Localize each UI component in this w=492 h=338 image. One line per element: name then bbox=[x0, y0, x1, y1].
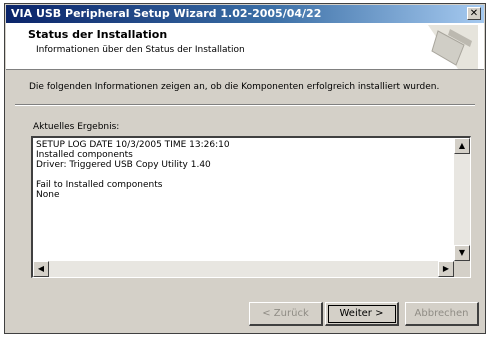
next-button[interactable]: Weiter > bbox=[325, 302, 399, 326]
results-log-text: SETUP LOG DATE 10/3/2005 TIME 13:26:10 In… bbox=[36, 140, 450, 259]
header-title: Status der Installation bbox=[28, 28, 168, 41]
log-line: SETUP LOG DATE 10/3/2005 TIME 13:26:10 bbox=[36, 140, 230, 150]
scroll-down-button[interactable]: ▼ bbox=[454, 245, 470, 261]
log-line: Driver: Triggered USB Copy Utility 1.40 bbox=[36, 160, 211, 170]
separator-line bbox=[15, 104, 475, 106]
setup-wizard-window: VIA USB Peripheral Setup Wizard 1.02-200… bbox=[4, 3, 486, 334]
scroll-right-button[interactable]: ▶ bbox=[438, 261, 454, 277]
log-line: None bbox=[36, 190, 60, 200]
arrow-right-icon: ▶ bbox=[442, 264, 450, 273]
arrow-down-icon: ▼ bbox=[458, 248, 466, 257]
arrow-up-icon: ▲ bbox=[458, 141, 466, 150]
results-label: Aktuelles Ergebnis: bbox=[33, 122, 120, 132]
description-text: Die folgenden Informationen zeigen an, o… bbox=[29, 82, 440, 92]
window-title: VIA USB Peripheral Setup Wizard 1.02-200… bbox=[11, 7, 322, 20]
log-line: Installed components bbox=[36, 150, 133, 160]
title-bar[interactable]: VIA USB Peripheral Setup Wizard 1.02-200… bbox=[6, 5, 484, 23]
close-icon: ✕ bbox=[469, 8, 479, 19]
close-button[interactable]: ✕ bbox=[467, 7, 481, 20]
scrollbar-corner bbox=[454, 261, 470, 277]
vertical-scrollbar[interactable]: ▲ ▼ bbox=[454, 138, 470, 261]
horizontal-scrollbar[interactable]: ◀ ▶ bbox=[33, 261, 454, 277]
header-subtitle: Informationen über den Status der Instal… bbox=[36, 45, 245, 55]
wizard-header: Status der Installation Informationen üb… bbox=[6, 23, 484, 70]
back-button[interactable]: < Zurück bbox=[249, 302, 323, 326]
scroll-up-button[interactable]: ▲ bbox=[454, 138, 470, 154]
arrow-left-icon: ◀ bbox=[37, 264, 45, 273]
scroll-left-button[interactable]: ◀ bbox=[33, 261, 49, 277]
wizard-graphic-icon bbox=[428, 25, 478, 69]
cancel-button[interactable]: Abbrechen bbox=[405, 302, 479, 326]
results-log-textarea[interactable]: SETUP LOG DATE 10/3/2005 TIME 13:26:10 In… bbox=[31, 136, 471, 278]
log-line: Fail to Installed components bbox=[36, 180, 163, 190]
